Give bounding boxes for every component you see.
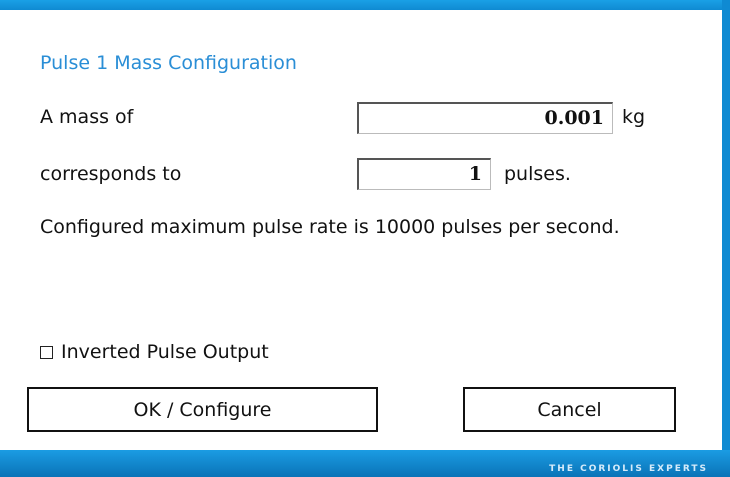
inverted-pulse-checkbox[interactable] [40,345,53,359]
window-frame-bottom: THE CORIOLIS EXPERTS [0,450,730,477]
max-pulse-rate-info: Configured maximum pulse rate is 10000 p… [40,216,620,238]
pulses-input[interactable]: 1 [357,158,491,190]
pulse-mass-config-dialog: Pulse 1 Mass Configuration A mass of 0.0… [10,16,722,450]
dialog-title: Pulse 1 Mass Configuration [40,52,297,74]
window-frame-top [0,0,730,10]
ok-configure-button[interactable]: OK / Configure [27,387,378,432]
pulses-unit: pulses. [504,163,571,185]
mass-label: A mass of [40,106,134,128]
window-frame-right [722,0,730,477]
corresponds-label: corresponds to [40,163,182,185]
mass-unit: kg [622,106,646,128]
brand-tagline: THE CORIOLIS EXPERTS [549,464,708,474]
inverted-pulse-label[interactable]: Inverted Pulse Output [61,341,269,363]
mass-input[interactable]: 0.001 [357,102,613,134]
inverted-pulse-option[interactable]: Inverted Pulse Output [40,341,269,363]
cancel-button[interactable]: Cancel [463,387,676,432]
